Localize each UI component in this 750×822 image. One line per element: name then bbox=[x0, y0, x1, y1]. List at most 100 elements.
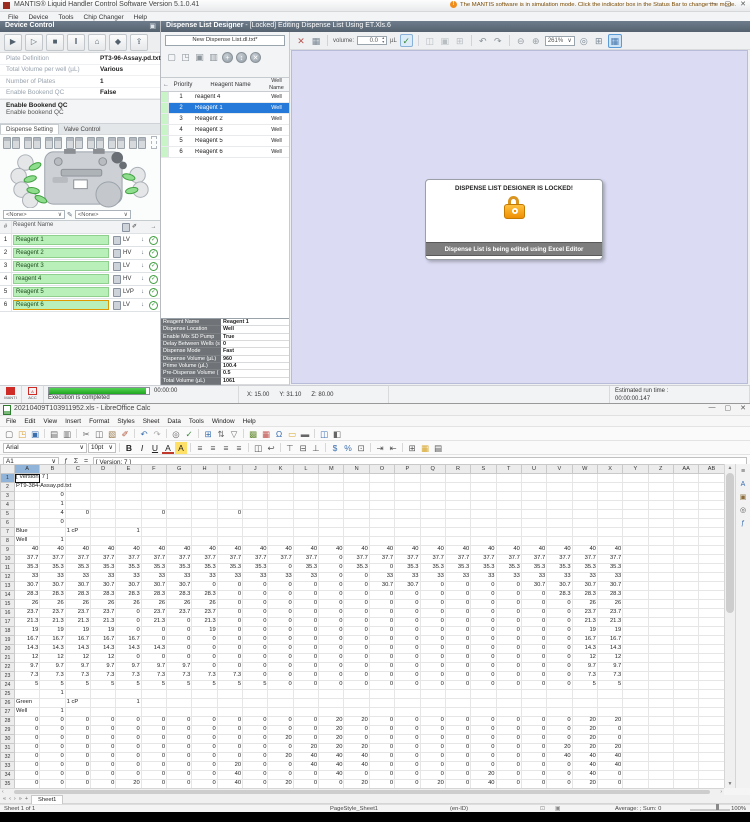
cell-S6[interactable] bbox=[470, 518, 497, 528]
cell-M18[interactable]: 0 bbox=[318, 626, 345, 636]
cell-P19[interactable]: 0 bbox=[394, 635, 421, 645]
column-header-Y[interactable]: Y bbox=[622, 464, 649, 474]
cell-X34[interactable]: 0 bbox=[597, 770, 624, 780]
cell-Z19[interactable] bbox=[648, 635, 674, 645]
cell-M10[interactable]: 0 bbox=[318, 554, 345, 564]
cell-J4[interactable] bbox=[242, 500, 269, 510]
cell-L23[interactable]: 0 bbox=[293, 671, 320, 681]
cell-P4[interactable] bbox=[394, 500, 421, 510]
cell-Z24[interactable] bbox=[648, 680, 674, 690]
cell-W34[interactable]: 40 bbox=[572, 770, 598, 780]
cell-T19[interactable]: 0 bbox=[496, 635, 522, 645]
cell-F19[interactable]: 0 bbox=[141, 635, 168, 645]
cell-G27[interactable] bbox=[166, 707, 193, 717]
cell-G26[interactable] bbox=[166, 698, 193, 708]
cell-K31[interactable]: 0 bbox=[267, 743, 294, 753]
cell-F11[interactable]: 35.3 bbox=[141, 563, 168, 573]
cell-AB2[interactable] bbox=[698, 482, 724, 492]
calc-menu-tools[interactable]: Tools bbox=[185, 418, 208, 425]
cell-Q7[interactable] bbox=[420, 527, 446, 537]
cell-G33[interactable]: 0 bbox=[166, 761, 193, 771]
cell-Q4[interactable] bbox=[420, 500, 446, 510]
find-replace-icon[interactable]: ◎ bbox=[170, 428, 182, 440]
cell-Z26[interactable] bbox=[648, 698, 674, 708]
cell-S31[interactable]: 0 bbox=[470, 743, 497, 753]
cell-T11[interactable]: 35.3 bbox=[496, 563, 522, 573]
cell-R21[interactable]: 0 bbox=[445, 653, 472, 663]
cell-P13[interactable]: 30.7 bbox=[394, 581, 421, 591]
cell-H20[interactable]: 0 bbox=[191, 644, 218, 654]
cell-O26[interactable] bbox=[369, 698, 396, 708]
row-header-30[interactable]: 30 bbox=[0, 734, 15, 744]
cell-S2[interactable] bbox=[470, 482, 497, 492]
cell-AA20[interactable] bbox=[673, 644, 700, 654]
cell-Q24[interactable]: 0 bbox=[420, 680, 446, 690]
cell-K2[interactable] bbox=[267, 482, 294, 492]
cell-J31[interactable]: 0 bbox=[242, 743, 269, 753]
cell-D30[interactable]: 0 bbox=[90, 734, 117, 744]
down-arrow-icon[interactable]: ↓ bbox=[138, 286, 147, 298]
cell-Y12[interactable] bbox=[622, 572, 649, 582]
cell-K11[interactable]: 0 bbox=[267, 563, 294, 573]
cell-O16[interactable]: 0 bbox=[369, 608, 396, 618]
cell-S27[interactable] bbox=[470, 707, 497, 717]
cell-K9[interactable]: 40 bbox=[267, 545, 294, 555]
row-header-27[interactable]: 27 bbox=[0, 707, 15, 717]
cell-AB15[interactable] bbox=[698, 599, 724, 609]
cell-N12[interactable]: 0 bbox=[343, 572, 370, 582]
cell-X5[interactable] bbox=[597, 509, 624, 519]
cell-T5[interactable] bbox=[496, 509, 522, 519]
cell-I33[interactable]: 20 bbox=[217, 761, 244, 771]
cell-B18[interactable]: 19 bbox=[39, 626, 66, 636]
cell-W2[interactable] bbox=[572, 482, 598, 492]
cell-Z28[interactable] bbox=[648, 716, 674, 726]
cell-AA7[interactable] bbox=[673, 527, 700, 537]
cell-X20[interactable]: 14.3 bbox=[597, 644, 624, 654]
row-header-35[interactable]: 35 bbox=[0, 779, 15, 788]
cell-AB18[interactable] bbox=[698, 626, 724, 636]
cell-Y17[interactable] bbox=[622, 617, 649, 627]
cell-D26[interactable] bbox=[90, 698, 117, 708]
cell-S26[interactable] bbox=[470, 698, 497, 708]
cell-M29[interactable]: 20 bbox=[318, 725, 345, 735]
cell-Z32[interactable] bbox=[648, 752, 674, 762]
cell-Q26[interactable] bbox=[420, 698, 446, 708]
cell-AB13[interactable] bbox=[698, 581, 724, 591]
spelling-icon[interactable]: ✓ bbox=[183, 428, 195, 440]
last-sheet-icon[interactable]: » bbox=[19, 796, 22, 802]
cell-P11[interactable]: 35.3 bbox=[394, 563, 421, 573]
row-header-15[interactable]: 15 bbox=[0, 599, 15, 609]
cell-J35[interactable]: 0 bbox=[242, 779, 269, 788]
cell-P33[interactable]: 0 bbox=[394, 761, 421, 771]
minimize-icon[interactable]: — bbox=[709, 404, 716, 412]
horizontal-scroll-thumb[interactable] bbox=[14, 790, 710, 794]
cell-P2[interactable] bbox=[394, 482, 421, 492]
cell-A8[interactable]: Well bbox=[14, 536, 41, 546]
cell-K26[interactable] bbox=[267, 698, 294, 708]
cell-H9[interactable]: 40 bbox=[191, 545, 218, 555]
sort-icon[interactable]: ⇅ bbox=[215, 428, 227, 440]
cell-O10[interactable]: 37.7 bbox=[369, 554, 396, 564]
cell-O17[interactable]: 0 bbox=[369, 617, 396, 627]
cell-T30[interactable]: 0 bbox=[496, 734, 522, 744]
cell-S19[interactable]: 0 bbox=[470, 635, 497, 645]
cell-V11[interactable]: 35.3 bbox=[546, 563, 573, 573]
cell-I21[interactable]: 0 bbox=[217, 653, 244, 663]
cell-R8[interactable] bbox=[445, 536, 472, 546]
dispense-list-row[interactable]: 3 Reagent 2 Well bbox=[161, 114, 289, 125]
row-header-1[interactable]: 1 bbox=[0, 473, 15, 483]
cell-V18[interactable]: 0 bbox=[546, 626, 573, 636]
cell-T18[interactable]: 0 bbox=[496, 626, 522, 636]
cell-W10[interactable]: 37.7 bbox=[572, 554, 598, 564]
cell-T34[interactable]: 0 bbox=[496, 770, 522, 780]
cell-P23[interactable]: 0 bbox=[394, 671, 421, 681]
cell-C1[interactable] bbox=[65, 473, 92, 483]
column-header-AA[interactable]: AA bbox=[672, 464, 700, 474]
row-header-26[interactable]: 26 bbox=[0, 698, 15, 708]
cell-C32[interactable]: 0 bbox=[65, 752, 92, 762]
cell-K34[interactable]: 0 bbox=[267, 770, 294, 780]
cell-P7[interactable] bbox=[394, 527, 421, 537]
cell-L14[interactable]: 0 bbox=[293, 590, 320, 600]
cell-Q3[interactable] bbox=[420, 491, 446, 501]
cell-L7[interactable] bbox=[293, 527, 320, 537]
